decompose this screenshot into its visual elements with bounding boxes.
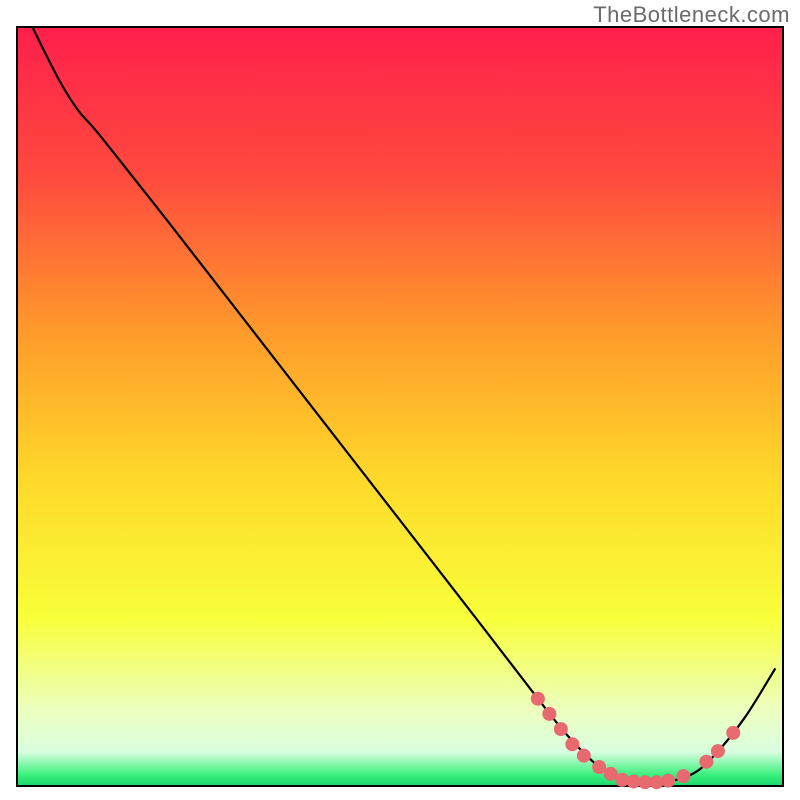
plot-background bbox=[17, 27, 783, 786]
marker-point bbox=[565, 737, 579, 751]
marker-point bbox=[661, 774, 675, 788]
marker-point bbox=[699, 755, 713, 769]
chart-stage: TheBottleneck.com bbox=[0, 0, 800, 800]
marker-point bbox=[726, 726, 740, 740]
marker-point bbox=[531, 692, 545, 706]
marker-point bbox=[676, 769, 690, 783]
marker-point bbox=[711, 744, 725, 758]
marker-point bbox=[577, 749, 591, 763]
marker-point bbox=[542, 707, 556, 721]
marker-point bbox=[554, 722, 568, 736]
chart-svg bbox=[0, 0, 800, 800]
watermark-text: TheBottleneck.com bbox=[593, 2, 790, 28]
